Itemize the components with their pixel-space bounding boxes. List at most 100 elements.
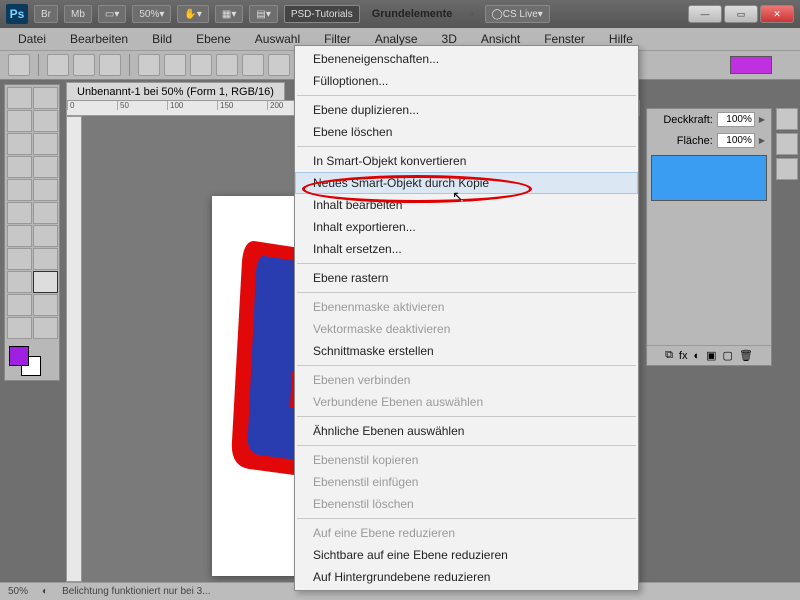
type-tool[interactable] bbox=[33, 248, 58, 270]
heal-tool[interactable] bbox=[7, 156, 32, 178]
3d-tool[interactable] bbox=[7, 294, 32, 316]
chevron-right-icon[interactable]: ▶ bbox=[759, 136, 765, 145]
menuitem-flatten-image[interactable]: Auf Hintergrundebene reduzieren bbox=[295, 566, 638, 588]
eyedropper-tool[interactable] bbox=[33, 133, 58, 155]
chevron-right-icon[interactable]: ▶ bbox=[759, 115, 765, 124]
workspace-more-icon[interactable]: » bbox=[464, 8, 478, 20]
shape-tool[interactable] bbox=[33, 271, 58, 293]
color-swatches[interactable] bbox=[7, 344, 58, 378]
workspace-grundelemente-button[interactable]: Grundelemente bbox=[366, 8, 459, 20]
ruler-vertical bbox=[66, 116, 82, 582]
tool-freeform-icon[interactable] bbox=[164, 54, 186, 76]
stamp-tool[interactable] bbox=[7, 179, 32, 201]
lasso-tool[interactable] bbox=[7, 110, 32, 132]
new-layer-icon[interactable]: ▢ bbox=[723, 349, 733, 362]
layer-mask-icon[interactable]: ◐ bbox=[693, 350, 700, 362]
wand-tool[interactable] bbox=[33, 110, 58, 132]
menuitem-fill-options[interactable]: Fülloptionen... bbox=[295, 70, 638, 92]
menuitem-enable-layer-mask: Ebenenmaske aktivieren bbox=[295, 296, 638, 318]
document-tab[interactable]: Unbenannt-1 bei 50% (Form 1, RGB/16) bbox=[66, 82, 285, 101]
workspace-psdtutorials-button[interactable]: PSD-Tutorials bbox=[284, 5, 360, 23]
foreground-color-swatch[interactable] bbox=[9, 346, 29, 366]
cslive-label: CS Live bbox=[503, 9, 538, 20]
camera-tool[interactable] bbox=[33, 294, 58, 316]
tool-polygon-icon[interactable] bbox=[268, 54, 290, 76]
menuitem-rasterize-layer[interactable]: Ebene rastern bbox=[295, 267, 638, 289]
layer-thumbnail[interactable] bbox=[651, 155, 767, 201]
history-brush-tool[interactable] bbox=[33, 179, 58, 201]
move-tool[interactable] bbox=[7, 87, 32, 109]
maximize-button[interactable]: ▭ bbox=[724, 5, 758, 23]
cslive-button[interactable]: ◯ CS Live ▾ bbox=[485, 5, 550, 23]
mode-path-icon[interactable] bbox=[73, 54, 95, 76]
layers-panel: Deckkraft: ▶ Fläche: ▶ ⧉ fx ◐ ▣ ▢ 🗑 bbox=[646, 108, 772, 366]
status-proof-icon: ◐ bbox=[42, 586, 48, 597]
menuitem-export-contents[interactable]: Inhalt exportieren... bbox=[295, 216, 638, 238]
dodge-tool[interactable] bbox=[33, 225, 58, 247]
menu-bild[interactable]: Bild bbox=[142, 30, 182, 48]
tool-rect-icon[interactable] bbox=[190, 54, 212, 76]
tools-panel bbox=[4, 84, 60, 381]
zoom-dropdown[interactable]: 50% ▾ bbox=[132, 5, 171, 23]
fill-label: Fläche: bbox=[677, 135, 713, 147]
tool-ellipse-icon[interactable] bbox=[242, 54, 264, 76]
eraser-tool[interactable] bbox=[7, 202, 32, 224]
menuitem-select-similar-layers[interactable]: Ähnliche Ebenen auswählen bbox=[295, 420, 638, 442]
menuitem-edit-contents[interactable]: Inhalt bearbeiten bbox=[295, 194, 638, 216]
hand-tool-button[interactable]: ✋▾ bbox=[177, 5, 208, 23]
opacity-input[interactable] bbox=[717, 112, 755, 127]
collapsed-panels-strip bbox=[776, 108, 798, 183]
tool-pen-icon[interactable] bbox=[138, 54, 160, 76]
menu-ebene[interactable]: Ebene bbox=[186, 30, 241, 48]
screen-mode-button[interactable]: ▭▾ bbox=[98, 5, 126, 23]
extras-button[interactable]: ▤▾ bbox=[249, 5, 277, 23]
right-panels: Deckkraft: ▶ Fläche: ▶ ⧉ fx ◐ ▣ ▢ 🗑 bbox=[646, 108, 772, 370]
new-group-icon[interactable]: ▣ bbox=[706, 349, 716, 362]
fill-input[interactable] bbox=[717, 133, 755, 148]
menu-datei[interactable]: Datei bbox=[8, 30, 56, 48]
minimize-button[interactable]: — bbox=[688, 5, 722, 23]
trash-icon[interactable]: 🗑 bbox=[739, 349, 753, 362]
bridge-button[interactable]: Br bbox=[34, 5, 58, 23]
menuitem-new-smart-object-copy[interactable]: Neues Smart-Objekt durch Kopie bbox=[295, 172, 638, 194]
menuitem-disable-vector-mask: Vektormaske deaktivieren bbox=[295, 318, 638, 340]
hand-tool[interactable] bbox=[7, 317, 32, 339]
titlebar: Ps Br Mb ▭▾ 50% ▾ ✋▾ ▦▾ ▤▾ PSD-Tutorials… bbox=[0, 0, 800, 28]
menuitem-delete-layer[interactable]: Ebene löschen bbox=[295, 121, 638, 143]
menuitem-replace-contents[interactable]: Inhalt ersetzen... bbox=[295, 238, 638, 260]
path-select-tool[interactable] bbox=[7, 271, 32, 293]
minibridge-button[interactable]: Mb bbox=[64, 5, 92, 23]
menuitem-select-linked: Verbundene Ebenen auswählen bbox=[295, 391, 638, 413]
menuitem-clear-layer-style: Ebenenstil löschen bbox=[295, 493, 638, 515]
blur-tool[interactable] bbox=[7, 225, 32, 247]
zoom-tool[interactable] bbox=[33, 317, 58, 339]
menuitem-duplicate-layer[interactable]: Ebene duplizieren... bbox=[295, 99, 638, 121]
brush-tool[interactable] bbox=[33, 156, 58, 178]
pen-tool[interactable] bbox=[7, 248, 32, 270]
panel-icon-paths[interactable] bbox=[776, 158, 798, 180]
status-message: Belichtung funktioniert nur bei 3... bbox=[62, 586, 210, 597]
menuitem-link-layers: Ebenen verbinden bbox=[295, 369, 638, 391]
layer-style-icon[interactable]: fx bbox=[679, 350, 688, 362]
mode-shape-icon[interactable] bbox=[47, 54, 69, 76]
menuitem-copy-layer-style: Ebenenstil kopieren bbox=[295, 449, 638, 471]
crop-tool[interactable] bbox=[7, 133, 32, 155]
arrange-docs-button[interactable]: ▦▾ bbox=[215, 5, 243, 23]
menuitem-layer-properties[interactable]: Ebeneneigenschaften... bbox=[295, 48, 638, 70]
close-button[interactable]: ✕ bbox=[760, 5, 794, 23]
panel-icon-channels[interactable] bbox=[776, 133, 798, 155]
menuitem-create-clipping-mask[interactable]: Schnittmaske erstellen bbox=[295, 340, 638, 362]
mode-fill-icon[interactable] bbox=[99, 54, 121, 76]
shape-preset-icon[interactable] bbox=[8, 54, 30, 76]
menu-bearbeiten[interactable]: Bearbeiten bbox=[60, 30, 138, 48]
menuitem-convert-smart-object[interactable]: In Smart-Objekt konvertieren bbox=[295, 150, 638, 172]
menuitem-merge-down: Auf eine Ebene reduzieren bbox=[295, 522, 638, 544]
ps-logo: Ps bbox=[6, 4, 28, 24]
gradient-tool[interactable] bbox=[33, 202, 58, 224]
tool-roundrect-icon[interactable] bbox=[216, 54, 238, 76]
marquee-tool[interactable] bbox=[33, 87, 58, 109]
menuitem-merge-visible[interactable]: Sichtbare auf eine Ebene reduzieren bbox=[295, 544, 638, 566]
link-layers-icon[interactable]: ⧉ bbox=[665, 349, 673, 362]
fill-color-swatch[interactable] bbox=[730, 56, 772, 74]
panel-icon-layers[interactable] bbox=[776, 108, 798, 130]
